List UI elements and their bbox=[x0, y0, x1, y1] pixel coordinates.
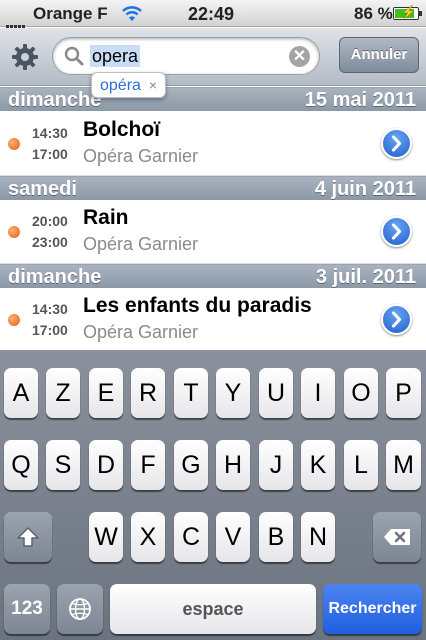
disclosure-button-icon[interactable] bbox=[381, 128, 412, 159]
event-end-time: 17:00 bbox=[32, 146, 68, 162]
event-end-time: 23:00 bbox=[32, 234, 68, 250]
key-l[interactable]: L bbox=[344, 440, 378, 490]
status-bar: Orange F 22:49 86 % ⚡ bbox=[0, 0, 426, 29]
event-title: Bolchoï bbox=[83, 118, 160, 141]
key-q[interactable]: Q bbox=[4, 440, 38, 490]
cancel-button[interactable]: Annuler bbox=[339, 37, 419, 73]
key-n[interactable]: N bbox=[301, 512, 335, 562]
event-dot-icon bbox=[8, 314, 20, 326]
event-row[interactable]: 20:00 23:00 Rain Opéra Garnier bbox=[0, 200, 426, 264]
section-date: 3 juil. 2011 bbox=[315, 266, 416, 288]
event-dot-icon bbox=[8, 226, 20, 238]
key-w[interactable]: W bbox=[89, 512, 123, 562]
key-o[interactable]: O bbox=[344, 368, 378, 418]
key-a[interactable]: A bbox=[4, 368, 38, 418]
event-row[interactable]: 14:30 17:00 Bolchoï Opéra Garnier bbox=[0, 112, 426, 176]
event-venue: Opéra Garnier bbox=[83, 146, 199, 166]
backspace-key[interactable] bbox=[373, 512, 421, 562]
clear-icon[interactable]: ✕ bbox=[289, 46, 310, 67]
search-input[interactable]: opera ✕ bbox=[52, 37, 320, 75]
autocorrect-suggestion[interactable]: opéra × bbox=[91, 72, 167, 98]
section-day: dimanche bbox=[8, 266, 102, 288]
key-k[interactable]: K bbox=[301, 440, 335, 490]
battery-charging-icon: ⚡ bbox=[393, 5, 422, 20]
numbers-key[interactable]: 123 bbox=[4, 584, 50, 634]
key-f[interactable]: F bbox=[131, 440, 165, 490]
dismiss-icon[interactable]: × bbox=[149, 77, 157, 93]
key-m[interactable]: M bbox=[386, 440, 421, 490]
search-key[interactable]: Rechercher bbox=[323, 584, 422, 634]
wifi-icon bbox=[122, 6, 142, 21]
key-r[interactable]: R bbox=[131, 368, 165, 418]
backspace-icon bbox=[384, 529, 410, 545]
key-g[interactable]: G bbox=[174, 440, 208, 490]
key-i[interactable]: I bbox=[301, 368, 335, 418]
event-start-time: 14:30 bbox=[32, 301, 68, 317]
section-date: 4 juin 2011 bbox=[314, 178, 416, 200]
event-title: Rain bbox=[83, 206, 129, 229]
gear-icon[interactable] bbox=[10, 42, 40, 72]
section-day: samedi bbox=[8, 178, 77, 200]
key-t[interactable]: T bbox=[174, 368, 208, 418]
key-d[interactable]: D bbox=[89, 440, 123, 490]
event-venue: Opéra Garnier bbox=[83, 234, 199, 254]
disclosure-button-icon[interactable] bbox=[381, 304, 412, 335]
key-h[interactable]: H bbox=[216, 440, 250, 490]
section-header: dimanche 15 mai 2011 bbox=[0, 87, 426, 111]
section-header: dimanche 3 juil. 2011 bbox=[0, 264, 426, 288]
space-key[interactable]: espace bbox=[110, 584, 316, 634]
key-x[interactable]: X bbox=[131, 512, 165, 562]
key-z[interactable]: Z bbox=[46, 368, 80, 418]
event-start-time: 20:00 bbox=[32, 213, 68, 229]
event-dot-icon bbox=[8, 138, 20, 150]
shift-arrow-icon bbox=[17, 527, 39, 547]
key-s[interactable]: S bbox=[46, 440, 80, 490]
event-venue: Opéra Garnier bbox=[83, 322, 199, 342]
event-row[interactable]: 14:30 17:00 Les enfants du paradis Opéra… bbox=[0, 288, 426, 352]
suggestion-text: opéra bbox=[100, 77, 141, 94]
section-date: 15 mai 2011 bbox=[304, 89, 416, 111]
disclosure-button-icon[interactable] bbox=[381, 216, 412, 247]
event-start-time: 14:30 bbox=[32, 125, 68, 141]
search-query-text[interactable]: opera bbox=[90, 45, 141, 67]
search-icon bbox=[64, 46, 84, 66]
battery-percent: 86 % bbox=[354, 4, 393, 23]
key-v[interactable]: V bbox=[216, 512, 250, 562]
globe-icon bbox=[69, 598, 91, 620]
shift-key[interactable] bbox=[4, 512, 52, 562]
search-bar: opera ✕ Annuler bbox=[0, 28, 426, 86]
key-b[interactable]: B bbox=[259, 512, 293, 562]
section-day: dimanche bbox=[8, 89, 102, 111]
event-end-time: 17:00 bbox=[32, 322, 68, 338]
carrier-name: Orange F bbox=[33, 4, 108, 23]
key-p[interactable]: P bbox=[386, 368, 421, 418]
section-header: samedi 4 juin 2011 bbox=[0, 176, 426, 200]
key-y[interactable]: Y bbox=[216, 368, 250, 418]
signal-bars-icon bbox=[6, 9, 26, 29]
key-j[interactable]: J bbox=[259, 440, 293, 490]
key-e[interactable]: E bbox=[89, 368, 123, 418]
key-u[interactable]: U bbox=[259, 368, 293, 418]
clock: 22:49 bbox=[188, 4, 235, 24]
event-title: Les enfants du paradis bbox=[83, 294, 312, 317]
globe-key[interactable] bbox=[57, 584, 103, 634]
keyboard: A Z E R T Y U I O P Q S D F G H J K L M … bbox=[0, 350, 426, 640]
key-c[interactable]: C bbox=[174, 512, 208, 562]
